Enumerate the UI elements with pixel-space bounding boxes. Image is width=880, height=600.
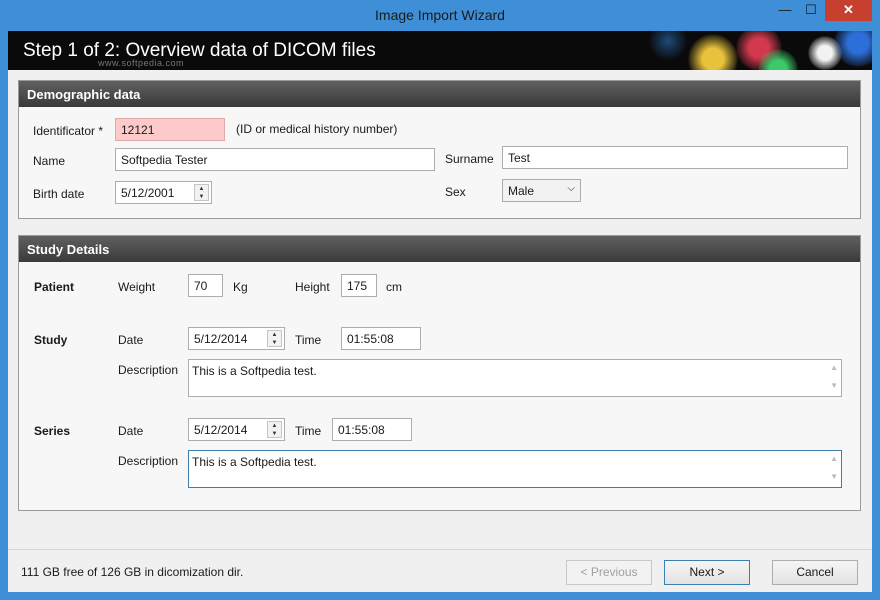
sex-selected-value: Male xyxy=(508,184,535,198)
birth-date-picker[interactable]: 5/12/2001 ▲ ▼ xyxy=(115,181,212,204)
watermark-text: www.softpedia.com xyxy=(98,58,185,68)
series-section-label: Series xyxy=(34,424,71,438)
identificator-input[interactable]: 12121 xyxy=(115,118,225,141)
study-section-label: Study xyxy=(34,333,68,347)
identificator-hint: (ID or medical history number) xyxy=(236,122,398,136)
spin-updown-icon[interactable]: ▲ ▼ xyxy=(267,330,282,347)
surname-input[interactable]: Test xyxy=(502,146,848,169)
series-time-input[interactable]: 01:55:08 xyxy=(332,418,412,441)
study-description-textarea[interactable]: This is a Softpedia test. ▲ ▼ xyxy=(188,359,842,397)
demographic-panel-title: Demographic data xyxy=(19,81,860,107)
height-label: Height xyxy=(295,280,330,294)
next-button[interactable]: Next > xyxy=(664,560,750,585)
step-banner: Step 1 of 2: Overview data of DICOM file… xyxy=(8,31,872,70)
study-date-value: 5/12/2014 xyxy=(194,332,248,346)
height-unit: cm xyxy=(386,280,402,294)
surname-label: Surname xyxy=(445,152,494,166)
study-date-label: Date xyxy=(118,333,144,347)
study-date-picker[interactable]: 5/12/2014 ▲ ▼ xyxy=(188,327,285,350)
title-bar[interactable]: Image Import Wizard — ☐ ✕ xyxy=(0,0,880,31)
weight-unit: Kg xyxy=(233,280,248,294)
series-date-label: Date xyxy=(118,424,144,438)
study-time-label: Time xyxy=(295,333,322,347)
bokeh-light xyxy=(688,34,738,70)
series-time-label: Time xyxy=(295,424,322,438)
series-date-value: 5/12/2014 xyxy=(194,423,248,437)
scroll-down-arrow-icon[interactable]: ▼ xyxy=(830,472,838,481)
weight-label: Weight xyxy=(118,280,156,294)
series-description-textarea[interactable]: This is a Softpedia test. ▲ ▼ xyxy=(188,450,842,488)
study-description-label: Description xyxy=(118,363,179,377)
study-description-value: This is a Softpedia test. xyxy=(192,364,317,378)
birth-date-label: Birth date xyxy=(33,187,85,201)
disk-space-status: 111 GB free of 126 GB in dicomization di… xyxy=(21,565,244,579)
study-details-panel: Study Details Patient Weight 70 Kg Heigh… xyxy=(18,235,861,511)
bokeh-light xyxy=(648,31,688,61)
cancel-button[interactable]: Cancel xyxy=(772,560,858,585)
name-label: Name xyxy=(33,154,66,168)
scroll-down-arrow-icon[interactable]: ▼ xyxy=(830,381,838,390)
chevron-down-icon[interactable]: ⌵ xyxy=(567,183,575,194)
scroll-up-arrow-icon[interactable]: ▲ xyxy=(830,454,838,463)
series-description-value: This is a Softpedia test. xyxy=(192,455,317,469)
sex-select[interactable]: Male ⌵ xyxy=(502,179,581,202)
series-description-label: Description xyxy=(118,454,179,468)
study-details-panel-title: Study Details xyxy=(19,236,860,262)
identificator-label: Identificator * xyxy=(33,124,104,138)
name-input[interactable]: Softpedia Tester xyxy=(115,148,435,171)
series-date-picker[interactable]: 5/12/2014 ▲ ▼ xyxy=(188,418,285,441)
wizard-client-area: Step 1 of 2: Overview data of DICOM file… xyxy=(8,31,872,592)
patient-section-label: Patient xyxy=(34,280,75,294)
weight-input[interactable]: 70 xyxy=(188,274,223,297)
step-heading: Step 1 of 2: Overview data of DICOM file… xyxy=(23,40,376,61)
birth-date-value: 5/12/2001 xyxy=(121,186,175,200)
spin-updown-icon[interactable]: ▲ ▼ xyxy=(267,421,282,438)
spin-updown-icon[interactable]: ▲ ▼ xyxy=(194,184,209,201)
maximize-button[interactable]: ☐ xyxy=(798,0,824,21)
sex-label: Sex xyxy=(445,185,466,199)
study-time-input[interactable]: 01:55:08 xyxy=(341,327,421,350)
window-title: Image Import Wizard xyxy=(375,7,505,23)
height-input[interactable]: 175 xyxy=(341,274,377,297)
wizard-footer: 111 GB free of 126 GB in dicomization di… xyxy=(8,549,872,592)
demographic-panel: Demographic data Identificator * 12121 (… xyxy=(18,80,861,219)
scroll-up-arrow-icon[interactable]: ▲ xyxy=(830,363,838,372)
bokeh-light xyxy=(834,31,872,67)
previous-button[interactable]: < Previous xyxy=(566,560,652,585)
wizard-window: Image Import Wizard — ☐ ✕ Step 1 of 2: O… xyxy=(0,0,880,600)
close-button[interactable]: ✕ xyxy=(825,0,872,21)
minimize-button[interactable]: — xyxy=(772,0,798,21)
